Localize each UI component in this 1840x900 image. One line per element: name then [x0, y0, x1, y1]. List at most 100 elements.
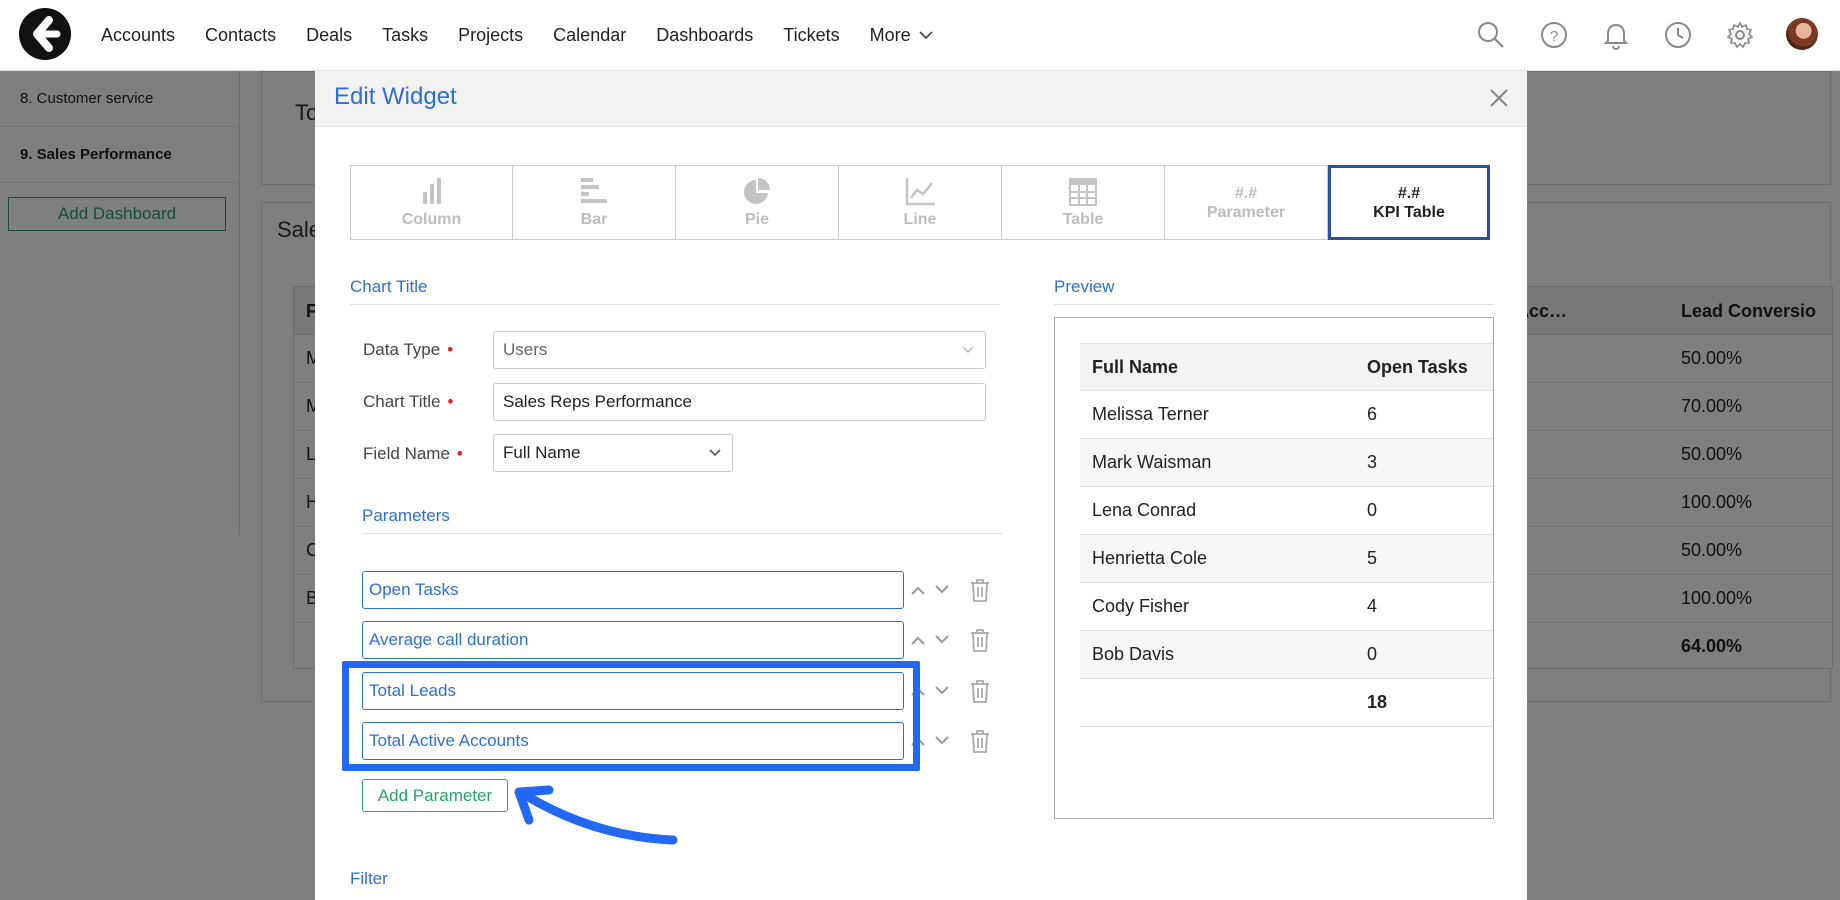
- table-cell: Henrietta Cole: [1092, 548, 1208, 568]
- chart-type-label: KPI Table: [1373, 204, 1445, 221]
- move-up-icon[interactable]: [910, 633, 926, 649]
- data-type-label-text: Data Type: [363, 340, 441, 359]
- main-nav: Accounts Contacts Deals Tasks Projects C…: [101, 0, 963, 71]
- required-marker: •: [456, 444, 463, 463]
- divider: [362, 533, 1002, 534]
- line-chart-icon: [905, 178, 935, 206]
- chart-type-label: Pie: [744, 211, 769, 228]
- data-type-select[interactable]: Users: [493, 331, 986, 369]
- hash-icon: #.#: [1397, 185, 1421, 202]
- nav-accounts[interactable]: Accounts: [101, 25, 175, 46]
- table-total-row: 18: [1080, 679, 1493, 727]
- chart-title-label: Chart Title •: [363, 392, 453, 412]
- chart-type-label: Column: [401, 211, 462, 228]
- filter-section-heading: Filter: [350, 869, 388, 888]
- nav-more-label: More: [869, 25, 911, 45]
- bar-chart-icon: [581, 178, 607, 203]
- chevron-down-icon: [709, 449, 721, 457]
- table-cell: Lena Conrad: [1092, 500, 1197, 520]
- trash-icon[interactable]: [969, 729, 991, 753]
- close-icon[interactable]: [1485, 84, 1513, 112]
- field-name-select[interactable]: Full Name: [493, 434, 733, 472]
- kpi-preview-table: Full Name Open Tasks Melissa Terner 6 Ma…: [1080, 343, 1493, 727]
- table-row: Melissa Terner 6: [1080, 391, 1493, 439]
- chart-type-label: Line: [903, 211, 937, 228]
- nav-calendar[interactable]: Calendar: [553, 25, 626, 46]
- field-name-label-text: Field Name: [363, 444, 450, 463]
- nav-tasks[interactable]: Tasks: [382, 25, 428, 46]
- table-cell: 6: [1367, 404, 1378, 424]
- chart-type-selector: Column Bar Pie Line Table #.# Parameter …: [350, 165, 1492, 240]
- table-cell: 4: [1367, 596, 1378, 616]
- table-cell: Cody Fisher: [1092, 596, 1190, 616]
- chart-title-input[interactable]: Sales Reps Performance: [493, 383, 986, 421]
- chart-type-column[interactable]: Column: [350, 165, 513, 240]
- required-marker: •: [447, 392, 454, 411]
- chart-type-kpi-table[interactable]: #.# KPI Table: [1328, 165, 1490, 240]
- table-row: Henrietta Cole 5: [1080, 535, 1493, 583]
- arrow-annotation: [514, 785, 678, 845]
- parameter-input-average-call-duration[interactable]: Average call duration: [362, 621, 904, 659]
- help-icon[interactable]: ?: [1539, 20, 1569, 50]
- required-marker: •: [447, 340, 454, 359]
- nav-more[interactable]: More: [870, 25, 933, 46]
- clock-icon[interactable]: [1663, 20, 1693, 50]
- trash-icon[interactable]: [969, 628, 991, 652]
- gear-icon[interactable]: [1725, 20, 1755, 50]
- chart-type-parameter[interactable]: #.# Parameter: [1165, 165, 1328, 240]
- table-cell: 0: [1367, 644, 1378, 664]
- app-logo[interactable]: [19, 8, 71, 60]
- divider: [350, 304, 1000, 305]
- data-type-label: Data Type •: [363, 340, 453, 360]
- column-header: Full Name: [1092, 356, 1179, 377]
- pie-chart-icon: [744, 178, 770, 204]
- nav-deals[interactable]: Deals: [306, 25, 352, 46]
- chart-type-table[interactable]: Table: [1002, 165, 1165, 240]
- total-value: 18: [1367, 692, 1388, 712]
- parameters-section-heading: Parameters: [362, 506, 450, 525]
- bell-icon[interactable]: [1601, 20, 1631, 50]
- column-chart-icon: [422, 178, 441, 204]
- table-cell: Bob Davis: [1092, 644, 1175, 664]
- top-navigation: Accounts Contacts Deals Tasks Projects C…: [0, 0, 1840, 71]
- table-icon: [1069, 178, 1097, 206]
- parameter-input-open-tasks[interactable]: Open Tasks: [362, 571, 904, 609]
- trash-icon[interactable]: [969, 679, 991, 703]
- chart-title-label-text: Chart Title: [363, 392, 441, 411]
- preview-panel: Full Name Open Tasks Melissa Terner 6 Ma…: [1054, 317, 1494, 819]
- table-row: Mark Waisman 3: [1080, 439, 1493, 487]
- move-up-icon[interactable]: [910, 583, 926, 599]
- svg-text:?: ?: [1550, 28, 1558, 45]
- chart-type-pie[interactable]: Pie: [676, 165, 839, 240]
- search-icon[interactable]: [1476, 20, 1506, 50]
- hash-icon: #.#: [1234, 185, 1258, 202]
- trash-icon[interactable]: [969, 578, 991, 602]
- chart-type-label: Bar: [580, 211, 608, 228]
- nav-projects[interactable]: Projects: [458, 25, 523, 46]
- data-type-value: Users: [503, 340, 548, 359]
- table-row: Bob Davis 0: [1080, 631, 1493, 679]
- table-row: Lena Conrad 0: [1080, 487, 1493, 535]
- field-name-label: Field Name •: [363, 444, 463, 464]
- table-row: Cody Fisher 4: [1080, 583, 1493, 631]
- chart-type-line[interactable]: Line: [839, 165, 1002, 240]
- chart-type-bar[interactable]: Bar: [513, 165, 676, 240]
- nav-contacts[interactable]: Contacts: [205, 25, 276, 46]
- move-down-icon[interactable]: [934, 631, 950, 647]
- preview-section-heading: Preview: [1054, 277, 1115, 296]
- move-down-icon[interactable]: [934, 581, 950, 597]
- chevron-down-icon: [919, 31, 933, 40]
- divider: [1054, 304, 1494, 305]
- user-avatar[interactable]: [1786, 18, 1818, 50]
- table-cell: 5: [1367, 548, 1378, 568]
- chart-title-section-heading: Chart Title: [350, 277, 428, 296]
- add-parameter-button[interactable]: Add Parameter: [362, 779, 508, 812]
- table-cell: 3: [1367, 452, 1378, 472]
- table-cell: Melissa Terner: [1092, 404, 1209, 424]
- nav-tickets[interactable]: Tickets: [783, 25, 839, 46]
- modal-header: Edit Widget: [315, 71, 1527, 127]
- nav-dashboards[interactable]: Dashboards: [656, 25, 753, 46]
- move-down-icon[interactable]: [934, 682, 950, 698]
- move-down-icon[interactable]: [934, 732, 950, 748]
- chart-type-label: Parameter: [1206, 204, 1286, 221]
